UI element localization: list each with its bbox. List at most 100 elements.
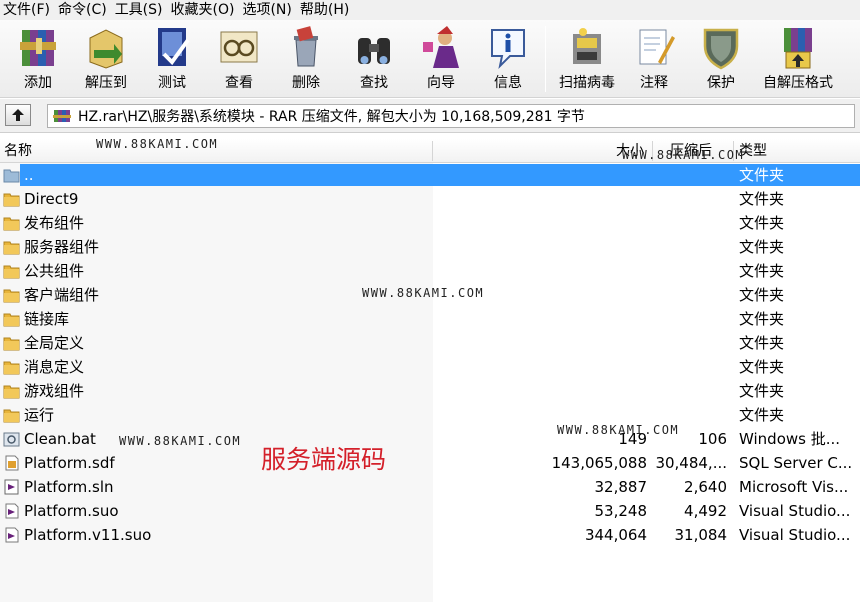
file-type: 文件夹 <box>739 334 785 352</box>
file-row[interactable]: Direct9 文件夹 <box>0 187 860 211</box>
file-row[interactable]: 运行 文件夹 <box>0 403 860 427</box>
file-type: Visual Studio... <box>739 526 851 544</box>
file-row[interactable]: 消息定义 文件夹 <box>0 355 860 379</box>
comment-label: 注释 <box>640 75 668 91</box>
file-row[interactable]: 公共组件 文件夹 <box>0 259 860 283</box>
sfx-icon <box>784 28 812 69</box>
delete-label: 删除 <box>292 75 320 91</box>
find-button[interactable]: 查找 <box>341 22 407 94</box>
file-row[interactable]: 发布组件 文件夹 <box>0 211 860 235</box>
file-type: 文件夹 <box>739 238 785 256</box>
wizard-label: 向导 <box>427 75 455 91</box>
file-row[interactable]: 服务器组件 文件夹 <box>0 235 860 259</box>
file-name: 游戏组件 <box>24 382 85 400</box>
suo-file-icon <box>5 527 19 543</box>
watermark: WWW.88KAMI.COM <box>96 137 219 151</box>
test-label: 测试 <box>158 75 186 91</box>
file-type: Visual Studio... <box>739 502 851 520</box>
info-button[interactable]: 信息 <box>475 22 541 94</box>
comment-button[interactable]: 注释 <box>621 22 687 94</box>
file-packed-size: 31,084 <box>674 526 728 544</box>
menu-favorites[interactable]: 收藏夹(O) <box>168 0 240 20</box>
file-type: 文件夹 <box>739 310 785 328</box>
watermark: WWW.88KAMI.COM <box>119 434 242 448</box>
file-type: Windows 批... <box>739 430 841 448</box>
watermark: WWW.88KAMI.COM <box>557 423 680 437</box>
folder-icon <box>3 361 20 375</box>
file-row[interactable]: Platform.v11.suo 344,064 31,084 Visual Stud… <box>0 523 860 547</box>
test-button[interactable]: 测试 <box>139 22 205 94</box>
file-packed-size: 30,484,... <box>655 454 727 472</box>
file-name: Platform.v11.suo <box>24 526 152 544</box>
virus-scan-label: 扫描病毒 <box>559 75 615 91</box>
menu-tools[interactable]: 工具(S) <box>112 0 168 20</box>
file-row[interactable]: 链接库 文件夹 <box>0 307 860 331</box>
folder-icon <box>3 241 20 255</box>
toolbar: 添加 解压到 测试 查看 删除 查找 向导 信息 扫描病毒 注释 保护 自解压格… <box>0 20 860 98</box>
toolbar-separator <box>545 26 546 92</box>
file-row[interactable]: 全局定义 文件夹 <box>0 331 860 355</box>
file-name: .. <box>24 166 34 184</box>
sln-file-icon <box>4 479 19 495</box>
file-name: 客户端组件 <box>24 286 100 304</box>
file-type: 文件夹 <box>739 286 785 304</box>
virus-scan-icon <box>573 28 601 64</box>
address-bar: HZ.rar\HZ\服务器\系统模块 - RAR 压缩文件, 解包大小为 10,… <box>0 99 860 133</box>
file-packed-size: 106 <box>698 430 727 448</box>
column-name[interactable]: 名称 <box>4 139 32 163</box>
find-icon <box>358 38 390 64</box>
extract-to-icon <box>89 29 123 69</box>
folder-icon <box>3 385 20 399</box>
protect-label: 保护 <box>707 75 735 91</box>
protect-button[interactable]: 保护 <box>688 22 754 94</box>
file-type: 文件夹 <box>739 406 785 424</box>
folder-icon <box>3 265 20 279</box>
file-name: Platform.sln <box>24 478 114 496</box>
add-button[interactable]: 添加 <box>5 22 71 94</box>
folder-icon <box>3 289 20 303</box>
file-row[interactable]: Platform.sdf 143,065,088 30,484,... SQL Ser… <box>0 451 860 475</box>
menu-options[interactable]: 选项(N) <box>239 0 296 20</box>
file-size: 53,248 <box>594 502 648 520</box>
batch-file-icon <box>3 432 20 447</box>
menu-commands[interactable]: 命令(C) <box>55 0 112 20</box>
file-row[interactable]: Platform.sln 32,887 2,640 Microsoft Vis... <box>0 475 860 499</box>
comment-icon <box>639 29 675 65</box>
view-label: 查看 <box>225 75 253 91</box>
wizard-icon <box>423 26 459 68</box>
file-type: 文件夹 <box>739 358 785 376</box>
up-one-level-button[interactable] <box>5 104 31 126</box>
info-label: 信息 <box>494 75 522 91</box>
file-row[interactable]: Platform.suo 53,248 4,492 Visual Studio... <box>0 499 860 523</box>
menu-help[interactable]: 帮助(H) <box>297 0 354 20</box>
delete-button[interactable]: 删除 <box>273 22 339 94</box>
file-type: 文件夹 <box>739 262 785 280</box>
menu-file[interactable]: 文件(F) <box>0 0 55 20</box>
view-icon <box>220 31 258 63</box>
add-archive-icon <box>20 30 56 66</box>
folder-icon <box>3 337 20 351</box>
extract-to-label: 解压到 <box>85 75 127 91</box>
file-packed-size: 2,640 <box>684 478 727 496</box>
file-name: 服务器组件 <box>24 238 100 256</box>
selection-highlight <box>20 164 860 186</box>
delete-icon <box>294 26 318 67</box>
file-packed-size: 4,492 <box>684 502 727 520</box>
file-name: Platform.sdf <box>24 454 115 472</box>
virus-scan-button[interactable]: 扫描病毒 <box>552 22 622 94</box>
file-row[interactable]: 游戏组件 文件夹 <box>0 379 860 403</box>
folder-icon <box>3 193 20 207</box>
file-size: 344,064 <box>584 526 647 544</box>
file-row[interactable]: .. 文件夹 <box>0 163 860 187</box>
sdf-file-icon <box>5 455 19 471</box>
view-button[interactable]: 查看 <box>206 22 272 94</box>
archive-path-field[interactable]: HZ.rar\HZ\服务器\系统模块 - RAR 压缩文件, 解包大小为 10,… <box>47 104 855 128</box>
wizard-button[interactable]: 向导 <box>408 22 474 94</box>
sfx-button[interactable]: 自解压格式 <box>760 22 836 94</box>
rar-archive-icon <box>53 110 71 122</box>
watermark: WWW.88KAMI.COM <box>362 286 485 300</box>
info-icon <box>491 29 525 70</box>
folder-icon <box>3 313 20 327</box>
sfx-label: 自解压格式 <box>763 75 833 91</box>
extract-to-button[interactable]: 解压到 <box>73 22 139 94</box>
